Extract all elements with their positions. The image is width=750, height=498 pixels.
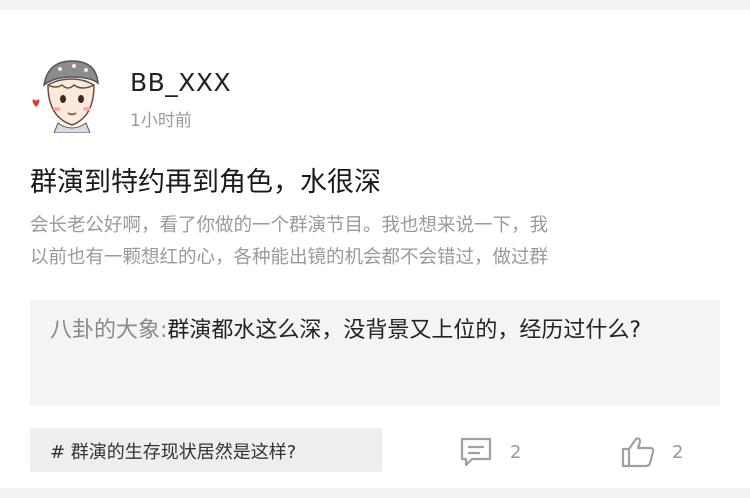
excerpt-line: 会长老公好啊，看了你做的一个群演节目。我也想来说一下，我 bbox=[30, 215, 549, 236]
bottom-divider bbox=[0, 488, 750, 498]
quoted-comment-text: 八卦的大象:群演都水这么深，没背景又上位的，经历过什么? bbox=[50, 314, 690, 348]
topic-tag-label: # 群演的生存现状居然是这样? bbox=[50, 442, 297, 463]
post-excerpt[interactable]: 会长老公好啊，看了你做的一个群演节目。我也想来说一下，我 以前也有一颗想红的心，… bbox=[30, 210, 720, 274]
quoted-comment[interactable]: 八卦的大象:群演都水这么深，没背景又上位的，经历过什么? bbox=[30, 300, 720, 406]
like-button[interactable]: 2 bbox=[620, 432, 683, 472]
comment-button[interactable]: 2 bbox=[458, 432, 521, 472]
comment-bubble-icon bbox=[460, 437, 492, 467]
post-card[interactable]: BB_XXX 1小时前 群演到特约再到角色，水很深 会长老公好啊，看了你做的一个… bbox=[0, 10, 750, 488]
quoted-comment-body: 群演都水这么深，没背景又上位的，经历过什么? bbox=[167, 318, 642, 343]
author-username[interactable]: BB_XXX bbox=[130, 68, 231, 97]
quoted-comment-author[interactable]: 八卦的大象: bbox=[50, 318, 167, 343]
post-title[interactable]: 群演到特约再到角色，水很深 bbox=[30, 160, 381, 199]
topic-tag[interactable]: # 群演的生存现状居然是这样? bbox=[30, 428, 382, 472]
top-divider bbox=[0, 0, 750, 10]
comment-count: 2 bbox=[510, 441, 522, 463]
like-count: 2 bbox=[672, 441, 684, 463]
excerpt-line: 以前也有一颗想红的心，各种能出镜的机会都不会错过，做过群 bbox=[30, 247, 549, 268]
cartoon-boy-avatar-icon bbox=[32, 60, 99, 134]
thumbs-up-icon bbox=[621, 437, 655, 468]
post-timestamp: 1小时前 bbox=[130, 111, 192, 131]
author-avatar[interactable] bbox=[30, 55, 108, 134]
